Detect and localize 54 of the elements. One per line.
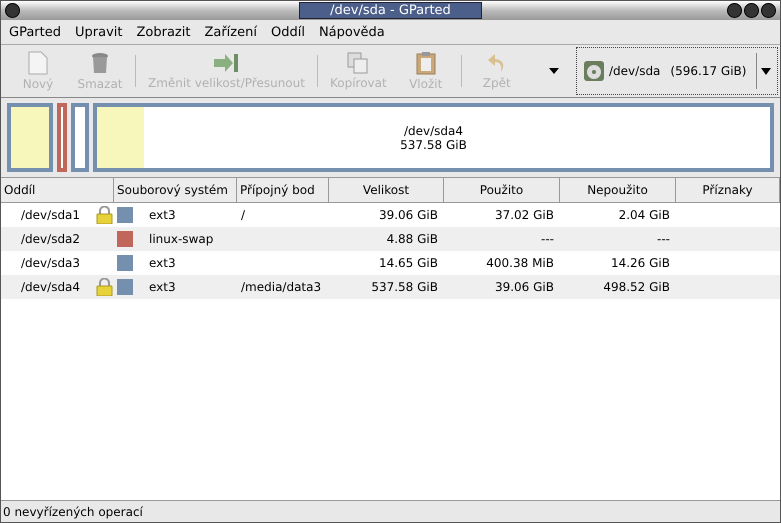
arrow-icon bbox=[213, 52, 240, 74]
table-cell: 39.06 GiB bbox=[378, 208, 438, 222]
table-cell: 400.38 MiB bbox=[486, 256, 554, 270]
column-header[interactable]: Použito bbox=[444, 178, 560, 202]
table-cell: 14.26 GiB bbox=[610, 256, 670, 270]
table-cell: /dev/sda2 bbox=[21, 232, 80, 246]
table-cell: --- bbox=[541, 232, 554, 246]
menu-item[interactable]: Nápověda bbox=[318, 24, 385, 40]
document-icon bbox=[27, 51, 49, 75]
close-button[interactable] bbox=[761, 3, 776, 18]
overflow-arrow-icon[interactable] bbox=[548, 67, 560, 75]
table-cell: /dev/sda3 bbox=[21, 256, 80, 270]
table-cell: 498.52 GiB bbox=[603, 280, 670, 294]
table-cell: /dev/sda4 bbox=[21, 280, 80, 294]
table-cell: 37.02 GiB bbox=[494, 208, 554, 222]
column-header[interactable]: Velikost bbox=[329, 178, 444, 202]
column-header[interactable]: Příznaky bbox=[676, 178, 780, 202]
device-dropdown[interactable]: /dev/sda (596.17 GiB) bbox=[576, 47, 778, 95]
menu-item[interactable]: Upravit bbox=[75, 24, 122, 40]
column-header[interactable]: Nepoužito bbox=[560, 178, 676, 202]
table-cell: / bbox=[241, 208, 246, 222]
clipboard-icon bbox=[414, 51, 437, 75]
minimize-button[interactable] bbox=[727, 3, 742, 18]
menu-item[interactable]: Zařízení bbox=[204, 24, 257, 40]
column-header[interactable]: Souborový systém bbox=[114, 178, 237, 202]
menu-item[interactable]: Zobrazit bbox=[136, 24, 190, 40]
dropdown-arrow-icon bbox=[761, 68, 771, 74]
copy-icon bbox=[347, 52, 370, 74]
table-cell: ext3 bbox=[149, 256, 176, 270]
table-cell: 39.06 GiB bbox=[494, 280, 554, 294]
table-cell: ext3 bbox=[149, 280, 176, 294]
status-text: 0 nevyřízených operací bbox=[3, 504, 143, 518]
table-cell: --- bbox=[657, 232, 670, 246]
partition-name: /dev/sda4 bbox=[404, 124, 464, 138]
partition-block[interactable] bbox=[57, 103, 67, 172]
table-cell: 14.65 GiB bbox=[378, 256, 438, 270]
partition-block[interactable]: /dev/sda4 537.58 GiB bbox=[93, 103, 774, 172]
column-header[interactable]: Oddíl bbox=[1, 178, 114, 202]
table-cell: linux-swap bbox=[149, 232, 214, 246]
table-cell: /dev/sda1 bbox=[21, 208, 80, 222]
table-cell: 2.04 GiB bbox=[618, 208, 670, 222]
window-title: /dev/sda - GParted bbox=[299, 2, 482, 19]
column-header[interactable]: Přípojný bod bbox=[237, 178, 329, 202]
menu-item[interactable]: GParted bbox=[9, 24, 61, 40]
maximize-button[interactable] bbox=[744, 3, 759, 18]
window-menu-button[interactable] bbox=[5, 3, 20, 18]
partition-block[interactable] bbox=[71, 103, 89, 172]
partition-size: 537.58 GiB bbox=[400, 138, 467, 152]
menu-item[interactable]: Oddíl bbox=[270, 24, 305, 40]
table-cell: /media/data3 bbox=[241, 280, 322, 294]
table-cell: 4.88 GiB bbox=[386, 232, 438, 246]
table-cell: ext3 bbox=[149, 208, 176, 222]
table-cell: 537.58 GiB bbox=[371, 280, 438, 294]
trash-can-icon bbox=[89, 51, 111, 75]
